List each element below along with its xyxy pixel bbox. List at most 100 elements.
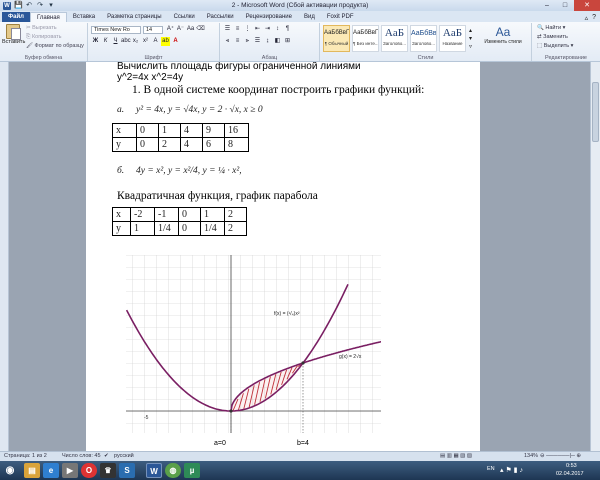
styles-scroll[interactable]: ▴ ▾ ▿ — [469, 27, 475, 51]
clear-format-icon[interactable]: ⌫ — [196, 25, 205, 34]
clock-time[interactable]: 0:53 — [566, 463, 577, 469]
quadratic-caption: Квадратичная функция, график парабола — [117, 190, 318, 202]
align-buttons: ⫷ ≡ ⫸ ☰ ↨ ◧ ⊞ — [223, 37, 292, 46]
word-taskbar-icon[interactable]: W — [146, 463, 162, 478]
word-count[interactable]: Число слов: 45 — [62, 453, 101, 459]
underline-button[interactable]: Ч — [111, 37, 120, 46]
input-language[interactable]: EN — [487, 466, 495, 472]
numbering-icon[interactable]: ≡ — [233, 25, 242, 34]
change-case-button[interactable]: Aa — [186, 25, 195, 34]
tab-page-layout[interactable]: Разметка страницы — [101, 12, 167, 22]
style-heading-2[interactable]: АаБбВв Заголово... — [410, 25, 437, 52]
change-styles-button[interactable]: Aa Изменить стили — [478, 25, 528, 45]
view-buttons[interactable]: ▤ ▥ ▦ ▧ ▨ — [440, 453, 472, 459]
copy-button[interactable]: ⎘ Копировать — [26, 34, 62, 41]
line-spacing-icon[interactable]: ↨ — [263, 37, 272, 46]
font-color-icon[interactable]: A — [171, 37, 180, 46]
table-cell: x — [112, 123, 137, 138]
utorrent-icon[interactable]: µ — [184, 463, 200, 478]
table-cell: 2 — [158, 137, 181, 152]
increase-indent-icon[interactable]: ⇥ — [263, 25, 272, 34]
redo-icon[interactable]: ↷ — [36, 2, 44, 10]
tab-foxit-pdf[interactable]: Foxit PDF — [321, 12, 360, 22]
grow-font-button[interactable]: A⁺ — [166, 25, 175, 34]
minimize-ribbon-icon[interactable]: ▵ — [585, 14, 589, 22]
decrease-indent-icon[interactable]: ⇤ — [253, 25, 262, 34]
strikethrough-icon[interactable]: abc — [121, 37, 131, 46]
scrollbar-thumb[interactable] — [592, 82, 599, 142]
table-root-values: x 0 1 4 9 16 y 0 2 4 6 8 — [112, 123, 249, 152]
list-buttons: ☰ ≡ ⋮ ⇤ ⇥ ↕ ¶ — [223, 25, 292, 34]
font-name-select[interactable]: Times New Ro — [91, 26, 141, 34]
page-count[interactable]: Страница: 1 из 2 — [4, 453, 47, 459]
align-left-icon[interactable]: ⫷ — [223, 37, 232, 46]
vertical-scrollbar[interactable] — [590, 62, 600, 451]
minimize-button[interactable]: – — [538, 0, 556, 11]
font-size-select[interactable]: 14 — [143, 26, 163, 34]
word-logo-icon[interactable]: W — [3, 1, 11, 10]
italic-button[interactable]: К — [101, 37, 110, 46]
tab-home[interactable]: Главная — [29, 12, 67, 22]
undo-icon[interactable]: ↶ — [25, 2, 33, 10]
styles-group: АаБбВвГг, ¶ Обычный АаБбВвГг, ¶ Без инте… — [320, 23, 532, 61]
subscript-icon[interactable]: x₂ — [131, 37, 140, 46]
start-button[interactable]: ◉ — [2, 463, 18, 478]
tab-mailings[interactable]: Рассылки — [201, 12, 240, 22]
tab-view[interactable]: Вид — [298, 12, 321, 22]
shrink-font-button[interactable]: A⁻ — [176, 25, 185, 34]
style-title[interactable]: AaБ Название — [439, 25, 466, 52]
borders-icon[interactable]: ⊞ — [283, 37, 292, 46]
help-icon[interactable]: ? — [592, 14, 596, 22]
bullets-icon[interactable]: ☰ — [223, 25, 232, 34]
proofing-icon[interactable]: ✔ — [104, 453, 109, 459]
chrome-icon[interactable]: ◍ — [165, 463, 181, 478]
justify-icon[interactable]: ☰ — [253, 37, 262, 46]
multilevel-list-icon[interactable]: ⋮ — [243, 25, 252, 34]
tray-icons[interactable]: ▴ ⚑ ▮ ♪ — [500, 466, 523, 474]
style-sample: АаБбВвГг, — [324, 30, 349, 36]
font-group: Times New Ro 14 A⁺ A⁻ Aa ⌫ Ж К Ч abc x₂ … — [88, 23, 220, 61]
style-normal[interactable]: АаБбВвГг, ¶ Обычный — [323, 25, 350, 52]
document-page[interactable]: Вычислить площадь фигуры ограниченной ли… — [86, 62, 480, 451]
tab-references[interactable]: Ссылки — [168, 12, 201, 22]
tab-insert[interactable]: Вставка — [67, 12, 101, 22]
a-label: a=0 — [214, 440, 226, 447]
select-label: Выделить — [543, 43, 570, 49]
select-button[interactable]: ⬚ Выделить ▾ — [537, 43, 573, 49]
close-button[interactable]: ✕ — [574, 0, 600, 11]
skype-icon[interactable]: S — [119, 463, 135, 478]
style-heading-1[interactable]: AaБ Заголово... — [381, 25, 408, 52]
styles-group-label: Стили — [417, 55, 434, 61]
save-icon[interactable]: 💾 — [14, 2, 23, 10]
superscript-icon[interactable]: x² — [141, 37, 150, 46]
text-effects-icon[interactable]: A — [151, 37, 160, 46]
style-no-spacing[interactable]: АаБбВвГг, ¶ Без инте... — [352, 25, 379, 52]
format-painter-button[interactable]: 🖌 Формат по образцу — [26, 43, 84, 49]
tab-review[interactable]: Рецензирование — [240, 12, 298, 22]
show-marks-icon[interactable]: ¶ — [283, 25, 292, 34]
align-right-icon[interactable]: ⫸ — [243, 37, 252, 46]
opera-icon[interactable]: O — [81, 463, 97, 478]
cut-button[interactable]: ✂ Вырезать — [26, 25, 57, 31]
align-center-icon[interactable]: ≡ — [233, 37, 242, 46]
replace-button[interactable]: ⇄ Заменить — [537, 34, 568, 40]
find-icon: 🔍 — [537, 25, 544, 31]
media-icon[interactable]: ▶ — [62, 463, 78, 478]
highlight-icon[interactable]: ab — [161, 37, 170, 46]
paste-button[interactable]: Вставить — [2, 24, 25, 50]
customize-qat-icon[interactable]: ▾ — [47, 2, 55, 10]
explorer-icon[interactable]: ▤ — [24, 463, 40, 478]
zoom-slider[interactable]: ⊖ ──────|─ ⊕ — [540, 453, 581, 459]
zoom-level[interactable]: 134% — [524, 453, 538, 459]
sort-icon[interactable]: ↕ — [273, 25, 282, 34]
problem-title: Вычислить площадь фигуры ограниченной ли… — [117, 62, 361, 72]
ie-icon[interactable]: e — [43, 463, 59, 478]
maximize-button[interactable]: □ — [556, 0, 574, 11]
tab-file[interactable]: Файл — [2, 12, 30, 22]
clock-date[interactable]: 02.04.2017 — [556, 471, 584, 477]
language[interactable]: русский — [114, 453, 134, 459]
game-icon[interactable]: ♛ — [100, 463, 116, 478]
find-button[interactable]: 🔍 Найти ▾ — [537, 25, 565, 31]
shading-icon[interactable]: ◧ — [273, 37, 282, 46]
bold-button[interactable]: Ж — [91, 37, 100, 46]
